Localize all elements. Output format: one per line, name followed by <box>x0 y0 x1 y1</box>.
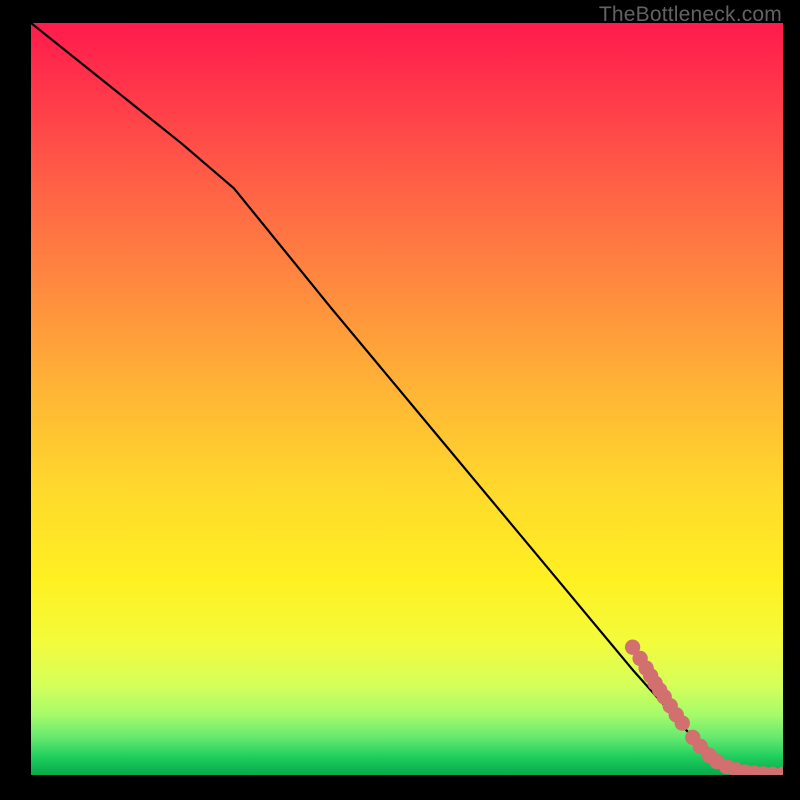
watermark-text: TheBottleneck.com <box>599 3 782 27</box>
scatter-points <box>625 639 783 775</box>
plot-area <box>31 23 783 775</box>
chart-svg <box>31 23 783 775</box>
curve-line <box>31 23 783 774</box>
scatter-point <box>675 715 690 730</box>
chart-frame: TheBottleneck.com <box>0 0 800 800</box>
